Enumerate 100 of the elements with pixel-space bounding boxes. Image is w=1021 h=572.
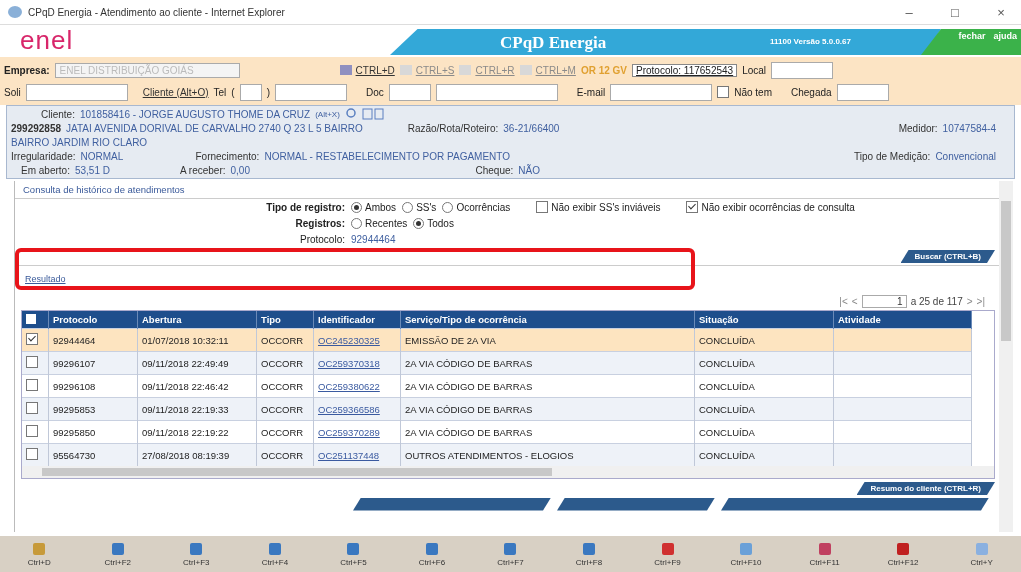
column-header[interactable] <box>22 311 49 329</box>
function-key-button[interactable]: Ctrl+F11 <box>789 541 860 567</box>
table-cell: OCCORR <box>261 357 304 369</box>
client-summary-button[interactable]: Resumo do cliente (CTRL+R) <box>856 482 995 495</box>
last-page-button[interactable]: >| <box>976 295 985 307</box>
column-header[interactable]: Abertura <box>137 311 257 329</box>
table-row[interactable]: 95564730 27/08/2018 08:19:39 OCCORR OC251137448 OUTROS ATENDIMENTOS - ELOGIOS CONCLUÍDA <box>22 443 994 466</box>
column-header[interactable]: Tipo <box>256 311 314 329</box>
table-cell: 95564730 <box>53 449 96 461</box>
info-value: 0,00 <box>230 164 251 176</box>
table-cell: CONCLUÍDA <box>699 380 755 392</box>
next-page-button[interactable]: > <box>966 295 973 307</box>
select-all-checkbox[interactable] <box>26 313 36 324</box>
client-link[interactable]: Cliente (Alt+O) <box>142 86 209 98</box>
action-button[interactable] <box>721 497 989 511</box>
table-row[interactable]: 99295853 09/11/2018 22:19:33 OCCORR OC259366586 2A VIA CÓDIGO DE BARRAS CONCLUÍDA <box>22 397 994 421</box>
field-label: Tipo de registro: <box>265 201 345 213</box>
function-key-button[interactable]: Ctrl+F6 <box>396 541 467 567</box>
window-control[interactable]: □ <box>935 4 975 20</box>
table-cell: 99296108 <box>53 380 96 392</box>
window-title: CPqD Energia - Atendimento ao cliente - Internet Explorer <box>28 6 286 18</box>
column-header[interactable]: Protocolo <box>48 311 138 329</box>
doc-type-select[interactable] <box>388 83 431 101</box>
window-control[interactable]: × <box>981 4 1021 20</box>
section-title[interactable]: Resultado <box>25 274 66 284</box>
field-label: Chegada <box>790 86 832 98</box>
column-header[interactable]: Serviço/Tipo de ocorrência <box>400 311 695 329</box>
info-label: Tipo de Medição: <box>854 150 931 162</box>
checkbox-label: Não tem <box>734 86 772 98</box>
browser-icon <box>8 6 22 18</box>
field-label: Tel <box>213 86 227 98</box>
page-field[interactable]: 1 <box>861 294 907 308</box>
column-header[interactable]: Atividade <box>833 311 972 329</box>
info-value: 53,51 D <box>74 164 111 176</box>
tool-icons-drawing[interactable] <box>344 107 385 121</box>
table-cell: OUTROS ATENDIMENTOS - ELOGIOS <box>405 449 574 461</box>
previous-page-button[interactable]: < <box>851 295 858 307</box>
shortcut-link[interactable]: CTRL+D <box>339 64 395 76</box>
info-label: Medidor: <box>898 122 938 134</box>
info-value: NORMAL <box>80 150 125 162</box>
identifier-link[interactable]: OC259380622 <box>318 380 380 392</box>
window-control[interactable]: – <box>889 4 929 20</box>
column-header[interactable]: Situação <box>694 311 834 329</box>
checkbox[interactable] <box>717 86 730 98</box>
table-cell: CONCLUÍDA <box>699 449 755 461</box>
protocol-value: 92944464 <box>351 233 396 245</box>
checkbox[interactable] <box>536 201 549 213</box>
action-button[interactable] <box>557 497 715 511</box>
vertical-scrollbar[interactable] <box>999 181 1013 532</box>
function-key-button[interactable]: Ctrl+Y <box>946 541 1017 567</box>
row-checkbox[interactable] <box>26 448 38 460</box>
horizontal-scrollbar[interactable] <box>22 466 994 478</box>
input-field[interactable] <box>25 83 128 101</box>
function-key-button[interactable]: Ctrl+D <box>4 541 75 567</box>
function-key-button[interactable]: Ctrl+F4 <box>239 541 310 567</box>
info-value: Convencional <box>935 150 996 162</box>
input-field[interactable] <box>275 83 348 101</box>
input-field[interactable] <box>435 83 558 101</box>
identifier-link[interactable]: OC259370289 <box>318 426 380 438</box>
function-icon <box>580 541 598 557</box>
radio-button[interactable] <box>442 201 454 213</box>
function-key-button[interactable]: Ctrl+F7 <box>475 541 546 567</box>
table-row[interactable]: 99296107 09/11/2018 22:49:49 OCCORR OC259370318 2A VIA CÓDIGO DE BARRAS CONCLUÍDA <box>22 351 994 375</box>
function-key-button[interactable]: Ctrl+F5 <box>318 541 389 567</box>
input-field[interactable] <box>836 83 889 101</box>
column-header[interactable]: Identificador <box>313 311 401 329</box>
radio-button[interactable] <box>413 217 425 229</box>
row-checkbox[interactable] <box>26 379 38 391</box>
function-key-button[interactable]: Ctrl+F3 <box>161 541 232 567</box>
function-key-button[interactable]: Ctrl+F12 <box>868 541 939 567</box>
function-key-button[interactable]: Ctrl+F8 <box>554 541 624 567</box>
app-title: CPqD Energia <box>500 33 607 53</box>
input-field[interactable] <box>610 83 713 101</box>
table-row[interactable]: 92944464 01/07/2018 10:32:11 OCCORR OC245230325 EMISSÃO DE 2A VIA CONCLUÍDA <box>22 328 994 352</box>
function-key-button[interactable]: Ctrl+F9 <box>632 541 703 567</box>
search-button[interactable]: Buscar (CTRL+B) <box>900 250 995 263</box>
address-text: JATAI AVENIDA DORIVAL DE CARVALHO 2740 Q 23 L 5 BAIRRO <box>66 122 363 134</box>
input-field[interactable] <box>239 83 262 101</box>
radio-button[interactable] <box>402 201 414 213</box>
info-label: Em aberto: <box>21 164 70 176</box>
radio-label: SS's <box>416 201 437 213</box>
function-key-button[interactable]: Ctrl+F10 <box>711 541 782 567</box>
function-key-button[interactable]: Ctrl+F2 <box>82 541 153 567</box>
alert-text: OR 12 GV <box>580 64 627 76</box>
row-checkbox[interactable] <box>26 425 38 437</box>
action-button[interactable] <box>353 497 551 511</box>
input-field[interactable] <box>771 61 834 79</box>
row-checkbox[interactable] <box>26 333 38 345</box>
table-cell: 99296107 <box>53 357 96 369</box>
field-label: Empresa: <box>4 64 50 76</box>
info-label: Cliente: <box>41 108 75 120</box>
field-label: Local <box>742 64 767 76</box>
row-checkbox[interactable] <box>26 356 38 368</box>
field-label: Protocolo: <box>298 233 345 245</box>
table-cell: 99295853 <box>53 403 96 415</box>
radio-button[interactable] <box>351 201 362 213</box>
checkbox[interactable] <box>686 201 699 213</box>
row-checkbox[interactable] <box>26 402 38 414</box>
radio-button[interactable] <box>351 217 362 229</box>
first-page-button[interactable]: |< <box>839 295 848 307</box>
